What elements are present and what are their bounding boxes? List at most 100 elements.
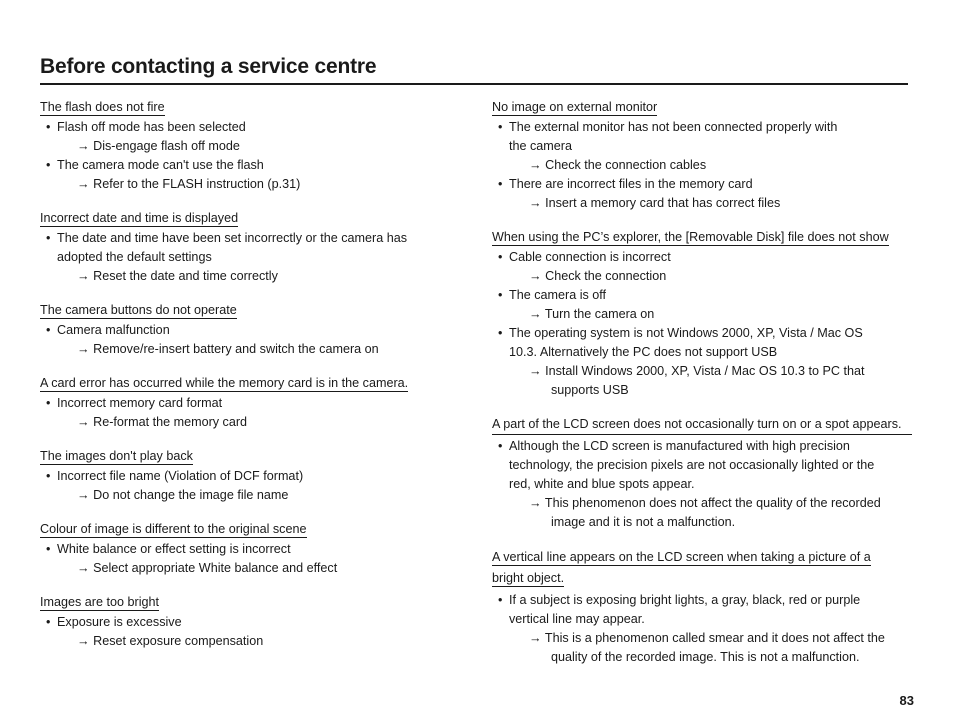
troubleshooting-section: When using the PC’s explorer, the [Remov… — [492, 228, 912, 400]
cause-list: • Exposure is excessive → Reset exposure c… — [40, 613, 470, 651]
page-number: 83 — [899, 693, 914, 708]
arrow-icon: → — [77, 177, 90, 191]
solution-line: → Check the connection cables — [509, 156, 912, 175]
cause-text: Although the LCD screen is manufactured … — [509, 439, 850, 453]
solution-text: Insert a memory card that has correct fi… — [545, 196, 781, 210]
solution-text: Reset exposure compensation — [93, 634, 264, 648]
page-title-block: Before contacting a service centre — [40, 54, 908, 85]
cause-text: Cable connection is incorrect — [509, 250, 671, 264]
section-heading-text: A part of the LCD screen does not occasi… — [492, 415, 912, 435]
section-heading: Images are too bright — [40, 593, 470, 611]
cause-text-continuation: adopted the default settings — [57, 250, 212, 264]
solution-text: Re-format the memory card — [93, 415, 248, 429]
arrow-icon: → — [77, 269, 90, 283]
solution-text: Turn the camera on — [544, 307, 655, 321]
bullet-icon: • — [498, 177, 503, 191]
bullet-icon: • — [46, 120, 51, 134]
troubleshooting-section: The camera buttons do not operate • Camera… — [40, 301, 470, 359]
cause-text: The camera is off — [509, 288, 607, 302]
troubleshooting-section: Colour of image is different to the orig… — [40, 520, 470, 578]
section-heading: The flash does not fire — [40, 98, 470, 116]
section-heading: The camera buttons do not operate — [40, 301, 470, 319]
arrow-icon: → — [529, 269, 542, 283]
page-title: Before contacting a service centre — [40, 55, 377, 78]
troubleshooting-section: Images are too bright • Exposure is excess… — [40, 593, 470, 651]
cause-text: White balance or effect setting is incor… — [57, 542, 291, 556]
cause-item: • If a subject is exposing bright lights,… — [492, 591, 912, 667]
cause-item: • The camera is off → Turn the camera on — [492, 286, 912, 324]
section-heading: A part of the LCD screen does not occasi… — [492, 415, 912, 435]
cause-text: There are incorrect files in the memory … — [509, 177, 753, 191]
bullet-icon: • — [46, 615, 51, 629]
solution-text: Remove/re-insert battery and switch the … — [93, 342, 379, 356]
section-heading: When using the PC’s explorer, the [Remov… — [492, 228, 912, 246]
troubleshooting-section: No image on external monitor • The externa… — [492, 98, 912, 213]
bullet-icon: • — [498, 250, 503, 264]
troubleshooting-section: A card error has occurred while the memo… — [40, 374, 470, 432]
cause-list: • The external monitor has not been conne… — [492, 118, 912, 213]
cause-text-continuation: technology, the precision pixels are not… — [509, 458, 875, 472]
solution-line: → Install Windows 2000, XP, Vista / Mac … — [509, 362, 912, 381]
troubleshooting-section: A vertical line appears on the LCD scree… — [492, 547, 912, 667]
arrow-icon: → — [529, 307, 542, 321]
solution-line: → Do not change the image file name — [57, 486, 470, 505]
cause-text: Exposure is excessive — [57, 615, 182, 629]
bullet-icon: • — [46, 542, 51, 556]
section-heading-text: The camera buttons do not operate — [40, 303, 237, 319]
section-heading: Incorrect date and time is displayed — [40, 209, 470, 227]
solution-line: → Check the connection — [509, 267, 912, 286]
section-heading-text: No image on external monitor — [492, 100, 658, 116]
solution-line: → Refer to the FLASH instruction (p.31) — [57, 175, 470, 194]
cause-item: • There are incorrect files in the memory… — [492, 175, 912, 213]
section-heading-text: A card error has occurred while the memo… — [40, 376, 409, 392]
solution-line: → This phenomenon does not affect the qu… — [509, 494, 912, 513]
arrow-icon: → — [77, 415, 90, 429]
arrow-icon: → — [77, 342, 90, 356]
arrow-icon: → — [77, 139, 90, 153]
section-heading: Colour of image is different to the orig… — [40, 520, 470, 538]
cause-item: • The date and time have been set incorre… — [40, 229, 470, 286]
solution-text: Check the connection — [545, 269, 667, 283]
solution-line: → Reset the date and time correctly — [57, 267, 470, 286]
section-heading-text: Images are too bright — [40, 595, 160, 611]
troubleshooting-section: The images don't play back • Incorrect fil… — [40, 447, 470, 505]
solution-line: → Remove/re-insert battery and switch th… — [57, 340, 470, 359]
arrow-icon: → — [529, 364, 542, 378]
solution-line: → Turn the camera on — [509, 305, 912, 324]
section-heading: A vertical line appears on the LCD scree… — [492, 547, 912, 589]
left-column: The flash does not fire • Flash off mode h… — [40, 98, 470, 666]
solution-text-continuation: supports USB — [551, 383, 629, 397]
solution-text: Do not change the image file name — [93, 488, 289, 502]
right-column: No image on external monitor • The externa… — [492, 98, 912, 682]
cause-text: If a subject is exposing bright lights, … — [509, 593, 861, 607]
cause-item: • The camera mode can't use the flash → Re… — [40, 156, 470, 194]
cause-list: • Incorrect file name (Violation of DCF f… — [40, 467, 470, 505]
cause-list: • The date and time have been set incorre… — [40, 229, 470, 286]
solution-text: Install Windows 2000, XP, Vista / Mac OS… — [545, 364, 865, 378]
arrow-icon: → — [77, 634, 90, 648]
cause-list: • Although the LCD screen is manufactured… — [492, 437, 912, 532]
title-rule — [40, 83, 908, 85]
solution-line: → Re-format the memory card — [57, 413, 470, 432]
bullet-icon: • — [46, 469, 51, 483]
bullet-icon: • — [46, 158, 51, 172]
troubleshooting-section: Incorrect date and time is displayed • The… — [40, 209, 470, 286]
section-heading: The images don't play back — [40, 447, 470, 465]
cause-item: • White balance or effect setting is inco… — [40, 540, 470, 578]
cause-list: • Camera malfunction → Remove/re-insert ba… — [40, 321, 470, 359]
cause-text: The operating system is not Windows 2000… — [509, 326, 863, 340]
arrow-icon: → — [529, 631, 542, 645]
cause-item: • Camera malfunction → Remove/re-insert ba… — [40, 321, 470, 359]
cause-list: • Flash off mode has been selected → Dis-e… — [40, 118, 470, 194]
bullet-icon: • — [46, 396, 51, 410]
section-heading-text: Incorrect date and time is displayed — [40, 211, 239, 227]
section-heading: A card error has occurred while the memo… — [40, 374, 470, 392]
solution-line: → Reset exposure compensation — [57, 632, 470, 651]
solution-text: Refer to the FLASH instruction (p.31) — [93, 177, 301, 191]
solution-text-continuation: image and it is not a malfunction. — [551, 515, 736, 529]
arrow-icon: → — [77, 488, 90, 502]
cause-list: • If a subject is exposing bright lights,… — [492, 591, 912, 667]
section-heading-text: Colour of image is different to the orig… — [40, 522, 307, 538]
cause-text-continuation: the camera — [509, 139, 572, 153]
cause-item: • The operating system is not Windows 200… — [492, 324, 912, 400]
